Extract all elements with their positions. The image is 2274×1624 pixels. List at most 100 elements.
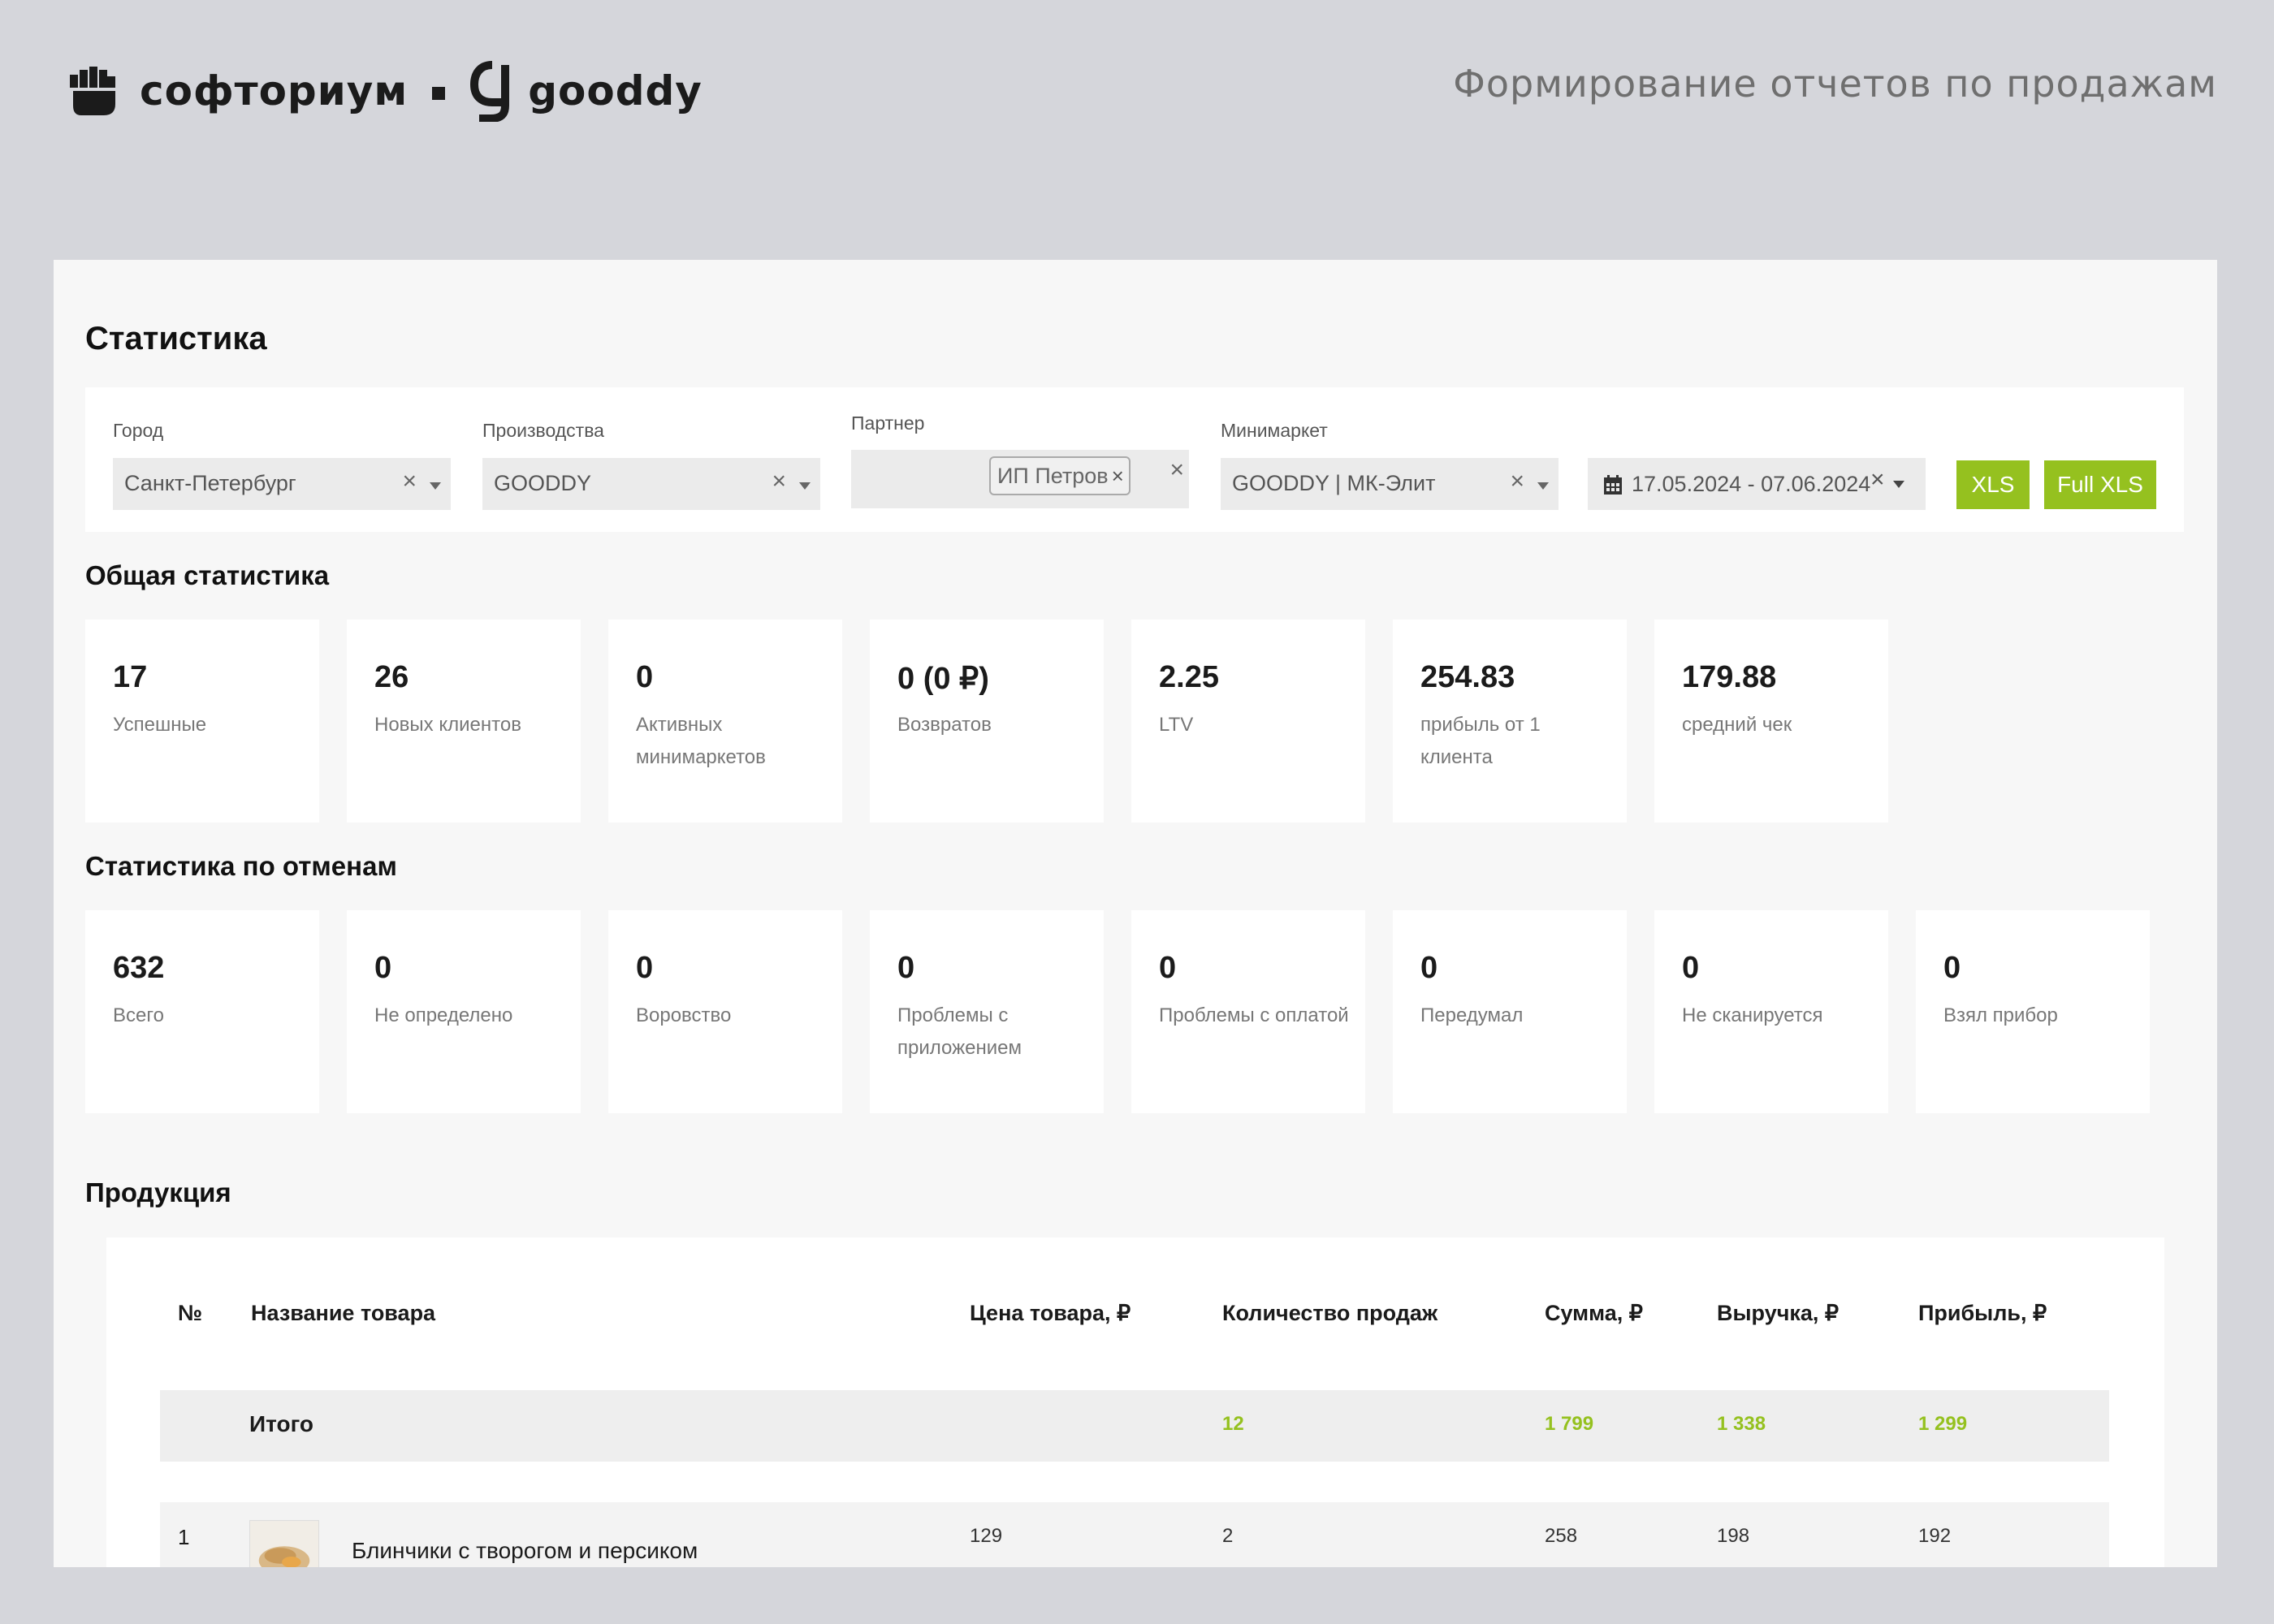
stat-label: Не сканируется <box>1682 1004 1823 1026</box>
production-filter-label: Производства <box>482 420 604 441</box>
stat-card-returns: 0 (0 ₽) Возвратов <box>870 620 1104 823</box>
minimarket-filter: Минимаркет GOODDY | МК-Элит × <box>1221 420 1559 510</box>
partner-select[interactable]: ИП Петров × × <box>851 450 1189 508</box>
products-table: № Название товара Цена товара, ₽ Количес… <box>106 1237 2164 1567</box>
stat-value: 0 <box>636 660 654 694</box>
city-select-value: Санкт-Петербург <box>124 471 296 495</box>
calendar-icon <box>1604 475 1622 495</box>
date-clear-icon[interactable]: × <box>1870 466 1885 494</box>
stat-card-new-clients: 26 Новых клиентов <box>347 620 581 823</box>
cancel-card-app-problems: 0 Проблемы с приложением <box>870 910 1104 1113</box>
stat-card-average-check: 179.88 средний чек <box>1654 620 1888 823</box>
stat-value: 26 <box>374 660 409 694</box>
xls-export-button[interactable]: XLS <box>1956 460 2030 509</box>
production-select[interactable]: GOODDY × <box>482 458 820 510</box>
chevron-down-icon[interactable] <box>1893 481 1904 488</box>
production-select-value: GOODDY <box>494 471 592 495</box>
stat-value: 2.25 <box>1159 660 1219 694</box>
statistics-panel: Статистика Город Санкт-Петербург × Произ… <box>54 260 2217 1567</box>
city-select[interactable]: Санкт-Петербург × <box>113 458 451 510</box>
table-row[interactable]: 1 Блинчики с творогом и персиком 129 2 2… <box>160 1502 2109 1567</box>
product-thumbnail <box>249 1520 319 1567</box>
stat-value: 0 <box>1159 951 1177 985</box>
stat-value: 0 (0 ₽) <box>897 662 989 696</box>
city-filter: Город Санкт-Петербург × <box>113 420 451 510</box>
column-header-quantity: Количество продаж <box>1222 1301 1438 1325</box>
stat-value: 254.83 <box>1420 660 1515 694</box>
stat-value: 632 <box>113 951 165 985</box>
gooddy-logo-icon <box>470 61 510 122</box>
partner-clear-icon[interactable]: × <box>1169 456 1184 484</box>
column-header-number: № <box>178 1301 203 1325</box>
products-title: Продукция <box>85 1177 231 1207</box>
minimarket-clear-icon[interactable]: × <box>1510 468 1524 495</box>
partner-tag: ИП Петров × <box>989 456 1131 495</box>
general-stats-title: Общая статистика <box>85 560 330 590</box>
total-row: Итого 12 1 799 1 338 1 299 <box>160 1390 2109 1462</box>
stat-label: Передумал <box>1420 1004 1524 1026</box>
fist-icon <box>70 67 115 115</box>
cancel-card-changed-mind: 0 Передумал <box>1393 910 1627 1113</box>
cancel-card-total: 632 Всего <box>85 910 319 1113</box>
stat-label: Проблемы с приложением <box>897 1004 1022 1059</box>
cancel-card-theft: 0 Воровство <box>608 910 842 1113</box>
chevron-down-icon[interactable] <box>1537 482 1549 490</box>
stat-value: 17 <box>113 660 148 694</box>
header-title: Формирование отчетов по продажам <box>1453 62 2217 106</box>
stat-label: Новых клиентов <box>374 714 521 736</box>
page-title: Статистика <box>85 321 267 356</box>
product-revenue: 198 <box>1717 1525 1750 1547</box>
stat-label: Успешные <box>113 714 207 736</box>
total-label: Итого <box>249 1411 313 1436</box>
stat-value: 0 <box>1682 951 1700 985</box>
full-xls-export-button[interactable]: Full XLS <box>2044 460 2156 509</box>
cancel-stats-cards: 632 Всего 0 Не определено 0 Воровство 0 … <box>85 910 2150 1113</box>
cancel-card-undefined: 0 Не определено <box>347 910 581 1113</box>
city-filter-label: Город <box>113 420 164 441</box>
column-header-sum: Сумма, ₽ <box>1545 1301 1643 1325</box>
total-sum: 1 799 <box>1545 1413 1594 1435</box>
minimarket-filter-label: Минимаркет <box>1221 420 1328 441</box>
stat-card-successful: 17 Успешные <box>85 620 319 823</box>
stat-label: Активных минимаркетов <box>636 714 766 768</box>
minimarket-select[interactable]: GOODDY | МК-Элит × <box>1221 458 1559 510</box>
total-profit: 1 299 <box>1918 1413 1968 1435</box>
city-clear-icon[interactable]: × <box>402 468 417 495</box>
partner-filter-label: Партнер <box>851 412 925 434</box>
product-quantity: 2 <box>1222 1525 1234 1547</box>
production-clear-icon[interactable]: × <box>772 468 786 495</box>
stat-card-ltv: 2.25 LTV <box>1131 620 1365 823</box>
partner-brand-name: gooddy <box>528 67 703 114</box>
column-header-name: Название товара <box>251 1301 436 1325</box>
column-header-profit: Прибыль, ₽ <box>1918 1301 2047 1325</box>
stat-label: LTV <box>1159 714 1194 736</box>
stat-label: Не определено <box>374 1004 513 1026</box>
cancel-card-not-scanning: 0 Не сканируется <box>1654 910 1888 1113</box>
product-sum: 258 <box>1545 1525 1578 1547</box>
stat-label: прибыль от 1 клиента <box>1420 714 1541 768</box>
stat-value: 0 <box>1943 951 1961 985</box>
stat-card-profit-per-client: 254.83 прибыль от 1 клиента <box>1393 620 1627 823</box>
partner-filter: Партнер ИП Петров × × <box>851 412 1189 508</box>
product-profit: 192 <box>1918 1525 1952 1547</box>
stat-label: Возвратов <box>897 714 992 736</box>
stat-label: средний чек <box>1682 714 1792 736</box>
stat-value: 0 <box>636 951 654 985</box>
chevron-down-icon[interactable] <box>799 482 811 490</box>
stat-label: Проблемы с оплатой <box>1159 1004 1349 1026</box>
stat-label: Воровство <box>636 1004 732 1026</box>
column-header-price: Цена товара, ₽ <box>970 1301 1131 1325</box>
date-range-value: 17.05.2024 - 07.06.2024 <box>1632 472 1871 496</box>
stat-value: 0 <box>374 951 392 985</box>
stat-value: 0 <box>897 951 915 985</box>
brand-name: софториум <box>140 67 409 114</box>
column-header-revenue: Выручка, ₽ <box>1717 1301 1840 1325</box>
date-range-picker[interactable]: 17.05.2024 - 07.06.2024 × <box>1588 458 1926 510</box>
cancel-card-took-device: 0 Взял прибор <box>1916 910 2150 1113</box>
stat-card-active-minimarkets: 0 Активных минимаркетов <box>608 620 842 823</box>
total-revenue: 1 338 <box>1717 1413 1766 1435</box>
partner-tag-label: ИП Петров <box>997 463 1109 488</box>
row-number: 1 <box>178 1525 190 1549</box>
chevron-down-icon[interactable] <box>430 482 441 490</box>
partner-tag-remove-icon[interactable]: × <box>1112 464 1124 489</box>
